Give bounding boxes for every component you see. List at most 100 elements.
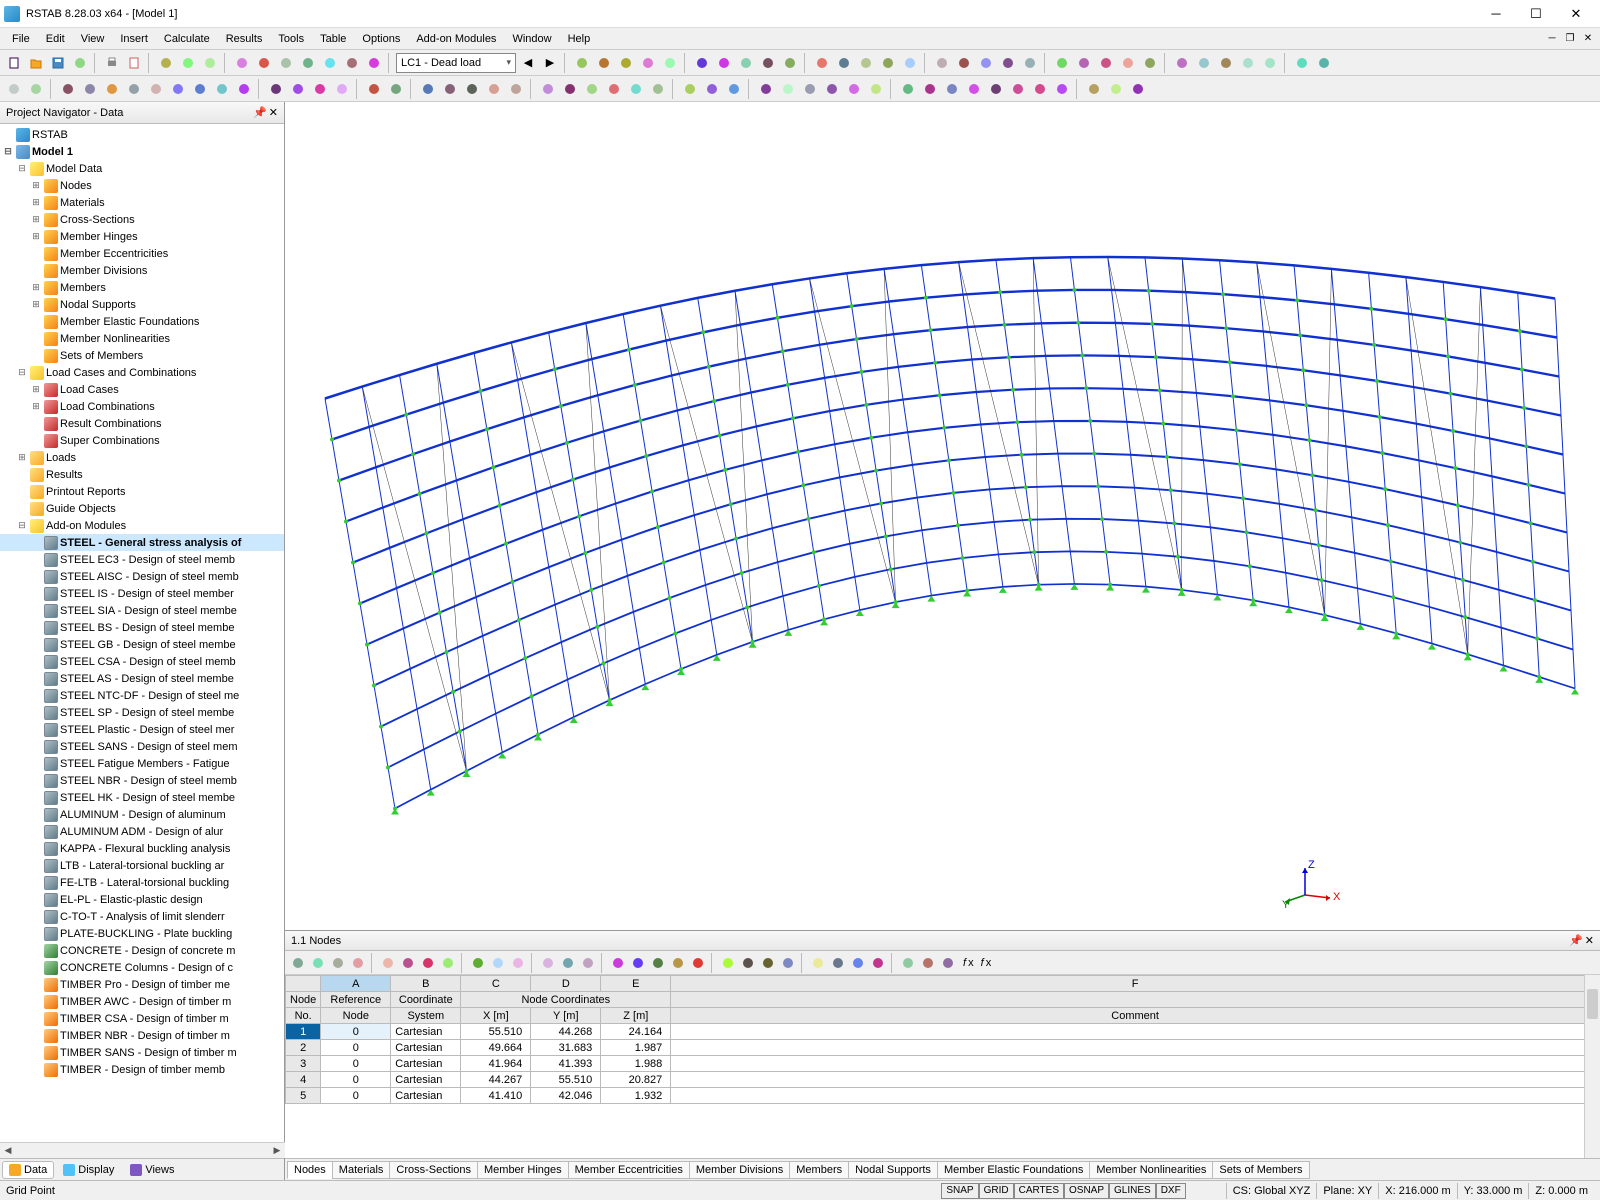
tbl-tb-28[interactable] xyxy=(919,954,937,972)
tree-item[interactable]: ⊞Loads xyxy=(0,449,284,466)
tb2-btn-4[interactable] xyxy=(102,79,122,99)
tree-item[interactable]: STEEL NTC-DF - Design of steel me xyxy=(0,687,284,704)
status-toggle-osnap[interactable]: OSNAP xyxy=(1064,1183,1109,1199)
tb1-btn-r10[interactable] xyxy=(812,53,832,73)
tb1-btn-r21[interactable] xyxy=(1074,53,1094,73)
tb1-btn-r9[interactable] xyxy=(780,53,800,73)
tb2-btn-29[interactable] xyxy=(702,79,722,99)
tree-item[interactable]: TIMBER - Design of timber memb xyxy=(0,1061,284,1078)
tree-item[interactable]: STEEL Fatigue Members - Fatigue xyxy=(0,755,284,772)
table-grid[interactable]: ABCDEFNodeReferenceCoordinateNode Coordi… xyxy=(285,975,1600,1158)
close-button[interactable]: ✕ xyxy=(1556,2,1596,26)
tb1-btn-r29[interactable] xyxy=(1260,53,1280,73)
tb1-btn-r18[interactable] xyxy=(998,53,1018,73)
tb1-btn-r30[interactable] xyxy=(1292,53,1312,73)
tbl-tb-4[interactable] xyxy=(379,954,397,972)
tree-item[interactable]: Sets of Members xyxy=(0,347,284,364)
tbl-tb-13[interactable] xyxy=(579,954,597,972)
tree-item[interactable]: Result Combinations xyxy=(0,415,284,432)
panel-pin-icon[interactable]: 📌 xyxy=(253,106,267,119)
tree-item[interactable]: ⊞Nodes xyxy=(0,177,284,194)
tree-item[interactable]: STEEL SANS - Design of steel mem xyxy=(0,738,284,755)
expander-icon[interactable]: ⊞ xyxy=(16,452,28,464)
mdi-close[interactable]: ✕ xyxy=(1580,32,1596,46)
tb1-btn-r28[interactable] xyxy=(1238,53,1258,73)
menu-table[interactable]: Table xyxy=(312,31,354,47)
tb1-btn-6[interactable] xyxy=(156,53,176,73)
menu-window[interactable]: Window xyxy=(504,31,559,47)
table-tab-3[interactable]: Member Hinges xyxy=(477,1161,569,1179)
tbl-tb-21[interactable] xyxy=(759,954,777,972)
tb1-btn-r25[interactable] xyxy=(1172,53,1192,73)
tree-item[interactable]: Results xyxy=(0,466,284,483)
tbl-tb-0[interactable] xyxy=(289,954,307,972)
tb2-btn-21[interactable] xyxy=(506,79,526,99)
tb2-btn-8[interactable] xyxy=(190,79,210,99)
menu-calculate[interactable]: Calculate xyxy=(156,31,218,47)
tb2-btn-38[interactable] xyxy=(920,79,940,99)
tbl-tb-16[interactable] xyxy=(649,954,667,972)
tb2-btn-28[interactable] xyxy=(680,79,700,99)
expander-icon[interactable]: ⊞ xyxy=(30,180,42,192)
tb1-btn-r20[interactable] xyxy=(1052,53,1072,73)
tb1-btn-r3[interactable] xyxy=(638,53,658,73)
status-toggle-cartes[interactable]: CARTES xyxy=(1014,1183,1064,1199)
tb1-btn-4[interactable] xyxy=(102,53,122,73)
tb2-btn-13[interactable] xyxy=(310,79,330,99)
tb1-btn-11[interactable] xyxy=(276,53,296,73)
expander-icon[interactable]: ⊟ xyxy=(16,163,28,175)
tb1-btn-0[interactable] xyxy=(4,53,24,73)
table-row[interactable]: 50Cartesian41.41042.0461.932 xyxy=(286,1088,1600,1104)
tbl-tb-3[interactable] xyxy=(349,954,367,972)
load-case-combo[interactable]: LC1 - Dead load xyxy=(396,53,516,73)
tbl-tb-5[interactable] xyxy=(399,954,417,972)
tb2-btn-9[interactable] xyxy=(212,79,232,99)
tb2-btn-5[interactable] xyxy=(124,79,144,99)
tb2-btn-11[interactable] xyxy=(266,79,286,99)
tb2-btn-10[interactable] xyxy=(234,79,254,99)
table-vscroll[interactable] xyxy=(1584,975,1600,1158)
status-toggle-grid[interactable]: GRID xyxy=(979,1183,1014,1199)
tb2-btn-34[interactable] xyxy=(822,79,842,99)
tree-item[interactable]: Printout Reports xyxy=(0,483,284,500)
tb1-btn-r27[interactable] xyxy=(1216,53,1236,73)
tb2-btn-19[interactable] xyxy=(462,79,482,99)
tb1-btn-r5[interactable] xyxy=(692,53,712,73)
tree-item[interactable]: Member Elastic Foundations xyxy=(0,313,284,330)
lc-next[interactable]: ▶ xyxy=(540,53,560,73)
table-tab-4[interactable]: Member Eccentricities xyxy=(568,1161,690,1179)
tb2-btn-14[interactable] xyxy=(332,79,352,99)
tb1-btn-5[interactable] xyxy=(124,53,144,73)
expander-icon[interactable]: ⊟ xyxy=(16,520,28,532)
tb1-btn-7[interactable] xyxy=(178,53,198,73)
tb2-btn-41[interactable] xyxy=(986,79,1006,99)
tbl-tb-20[interactable] xyxy=(739,954,757,972)
expander-icon[interactable]: ⊞ xyxy=(30,197,42,209)
tb2-btn-15[interactable] xyxy=(364,79,384,99)
tree-item[interactable]: ⊞Load Combinations xyxy=(0,398,284,415)
3d-viewport[interactable]: X Y Z xyxy=(285,102,1600,930)
tree-item[interactable]: TIMBER AWC - Design of timber m xyxy=(0,993,284,1010)
tb1-btn-8[interactable] xyxy=(200,53,220,73)
tree-item[interactable]: ALUMINUM ADM - Design of alur xyxy=(0,823,284,840)
tree-item[interactable]: KAPPA - Flexural buckling analysis xyxy=(0,840,284,857)
tb1-btn-1[interactable] xyxy=(26,53,46,73)
status-toggle-dxf[interactable]: DXF xyxy=(1156,1183,1186,1199)
tb2-btn-1[interactable] xyxy=(26,79,46,99)
tree-item[interactable]: Member Divisions xyxy=(0,262,284,279)
menu-help[interactable]: Help xyxy=(560,31,599,47)
col-A[interactable]: A xyxy=(321,976,391,992)
navigator-tree[interactable]: RSTAB⊟Model 1⊟Model Data⊞Nodes⊞Materials… xyxy=(0,124,284,1142)
tb1-btn-r24[interactable] xyxy=(1140,53,1160,73)
tb2-btn-30[interactable] xyxy=(724,79,744,99)
table-tab-10[interactable]: Sets of Members xyxy=(1212,1161,1309,1179)
tb1-btn-r19[interactable] xyxy=(1020,53,1040,73)
tree-item[interactable]: LTB - Lateral-torsional buckling ar xyxy=(0,857,284,874)
tb2-btn-43[interactable] xyxy=(1030,79,1050,99)
tb2-btn-25[interactable] xyxy=(604,79,624,99)
tb2-btn-35[interactable] xyxy=(844,79,864,99)
tb2-btn-39[interactable] xyxy=(942,79,962,99)
tree-item[interactable]: STEEL Plastic - Design of steel mer xyxy=(0,721,284,738)
tree-item[interactable]: ⊞Nodal Supports xyxy=(0,296,284,313)
tbl-tb-27[interactable] xyxy=(899,954,917,972)
